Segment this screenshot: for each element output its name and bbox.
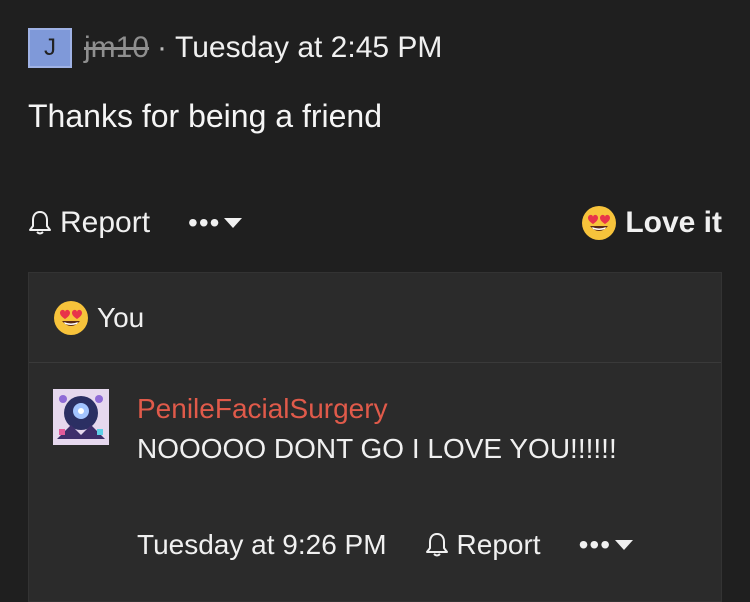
reaction-user: You — [97, 301, 145, 333]
more-options-button[interactable]: ••• — [188, 207, 243, 239]
ellipsis-icon: ••• — [578, 529, 612, 560]
ellipsis-icon: ••• — [188, 207, 221, 238]
love-it-label: Love it — [625, 206, 722, 239]
separator: · — [157, 31, 168, 64]
report-button[interactable]: Report — [28, 206, 150, 240]
post-header: J jm10 · Tuesday at 2:45 PM — [28, 27, 442, 69]
report-label: Report — [60, 206, 151, 239]
love-it-button[interactable]: Love it — [581, 205, 722, 241]
reply-message: NOOOOO DONT GO I LOVE YOU!!!!!! — [137, 433, 617, 464]
bell-icon — [425, 533, 448, 557]
reply-report-button[interactable]: Report — [425, 529, 541, 561]
replies-panel: You PenileFacialSurgery NOOOOO DONT GO I… — [28, 272, 722, 602]
report-label: Report — [456, 529, 541, 560]
reply-avatar[interactable] — [53, 389, 109, 445]
reactions-row[interactable]: You — [29, 273, 721, 363]
post-actions: Report ••• Love it — [28, 200, 722, 246]
heart-eyes-icon — [54, 300, 88, 335]
reply-more-options-button[interactable]: ••• — [578, 529, 634, 561]
chevron-down-icon — [615, 540, 634, 550]
chevron-down-icon — [224, 218, 243, 228]
reply-author-link[interactable]: PenileFacialSurgery — [137, 393, 388, 425]
username-link[interactable]: jm10 — [84, 31, 149, 65]
reply-footer: Tuesday at 9:26 PM Report ••• — [137, 525, 634, 565]
heart-eyes-icon — [582, 206, 617, 240]
post-timestamp[interactable]: Tuesday at 2:45 PM — [175, 31, 442, 65]
reply-timestamp[interactable]: Tuesday at 9:26 PM — [137, 529, 387, 561]
avatar[interactable]: J — [28, 28, 72, 68]
post-message: Thanks for being a friend — [28, 98, 382, 134]
bell-icon — [29, 211, 51, 235]
